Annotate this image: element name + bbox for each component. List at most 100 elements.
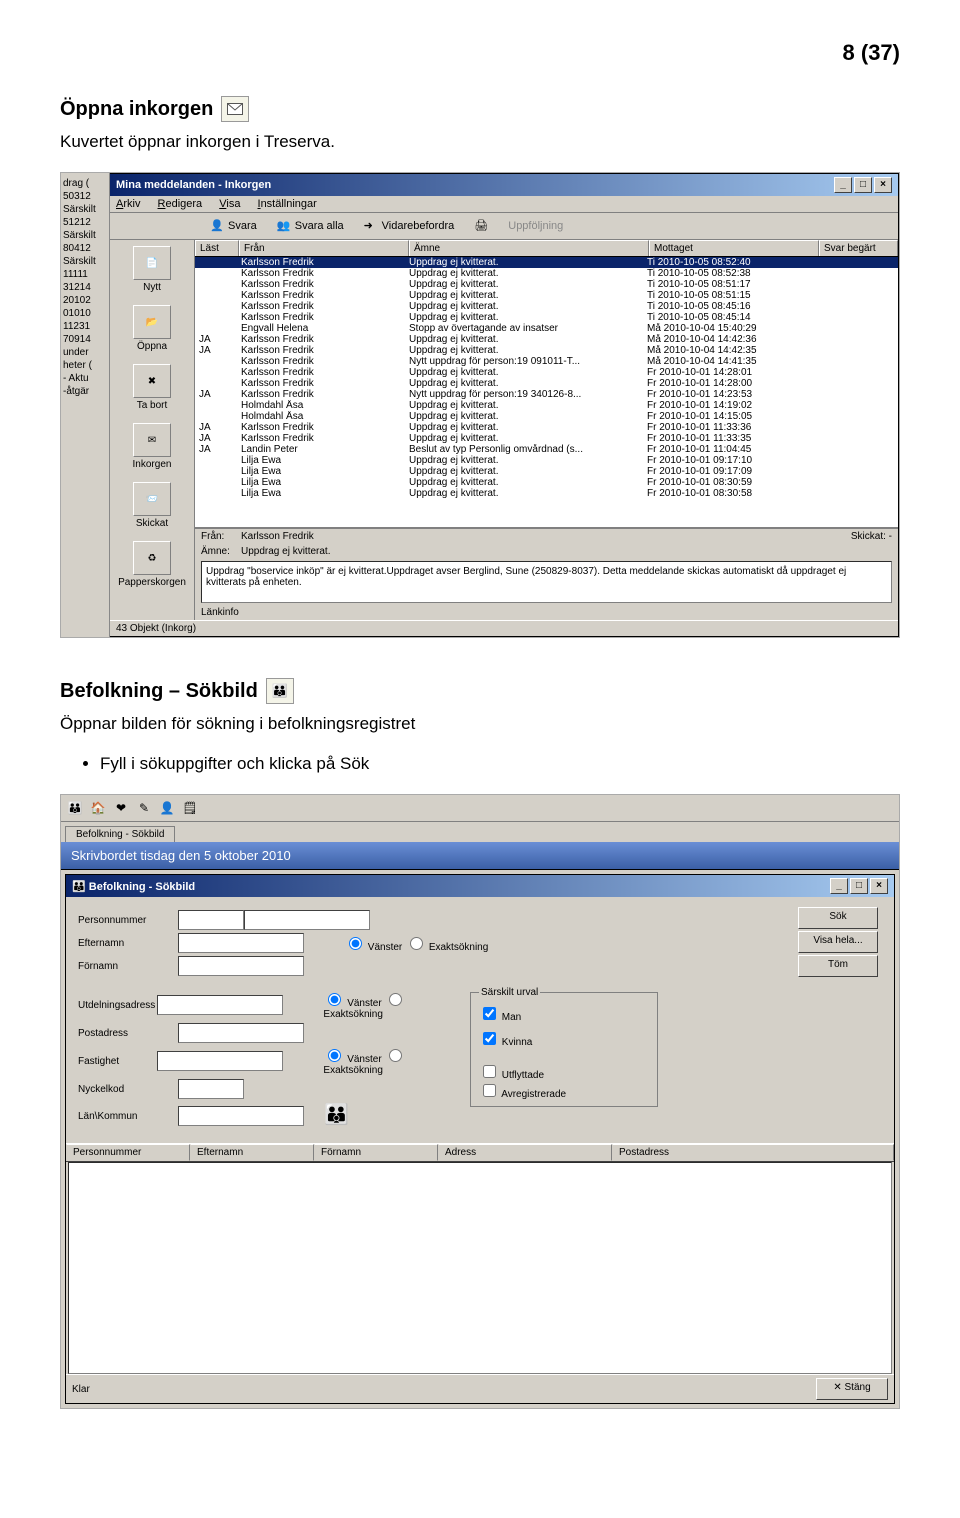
screenshot-sokbild: 👪🏠❤✎👤🗒 Befolkning - Sökbild Skrivbordet … [60, 794, 900, 1409]
folder-icon: 📄 [133, 246, 171, 280]
message-row[interactable]: Karlsson FredrikUppdrag ej kvitterat.Ti … [195, 301, 898, 312]
fornamn-field[interactable] [178, 956, 304, 976]
radio-vanster[interactable] [349, 937, 362, 950]
message-row[interactable]: JAKarlsson FredrikUppdrag ej kvitterat.F… [195, 422, 898, 433]
message-row[interactable]: Lilja EwaUppdrag ej kvitterat.Fr 2010-10… [195, 488, 898, 499]
sidebar-item-papperskorgen[interactable]: ♻ Papperskorgen [112, 541, 192, 588]
section2-bullets: Fyll i sökuppgifter och klicka på Sök [60, 754, 900, 774]
check-avreg[interactable] [483, 1084, 496, 1097]
postadress-field[interactable] [178, 1023, 304, 1043]
menu-redigera: Redigera [158, 198, 203, 210]
personnummer-field-2[interactable] [244, 910, 370, 930]
check-man[interactable] [483, 1007, 496, 1020]
result-col[interactable]: Adress [438, 1144, 612, 1161]
message-row[interactable]: Karlsson FredrikNytt uppdrag för person:… [195, 356, 898, 367]
tab-sokbild: Befolkning - Sökbild [65, 826, 175, 842]
message-row[interactable]: JAKarlsson FredrikUppdrag ej kvitterat.M… [195, 334, 898, 345]
fastighet-field[interactable] [157, 1051, 283, 1071]
sidebar-item-ta bort[interactable]: ✖Ta bort [112, 364, 192, 411]
result-col[interactable]: Personnummer [66, 1144, 190, 1161]
message-row[interactable]: JAKarlsson FredrikUppdrag ej kvitterat.F… [195, 433, 898, 444]
search-form: Sök Visa hela... Töm Personnummer Eftern… [66, 897, 894, 1143]
message-row[interactable]: Lilja EwaUppdrag ej kvitterat.Fr 2010-10… [195, 477, 898, 488]
tab-bar[interactable]: Befolkning - Sökbild [61, 822, 899, 842]
folder-sidebar[interactable]: 📄Nytt 📂Öppna ✖Ta bort ✉Inkorgen 📨 Skickat ♻ Pap… [110, 240, 195, 620]
message-row[interactable]: JAKarlsson FredrikUppdrag ej kvitterat.M… [195, 345, 898, 356]
maximize-icon: □ [854, 177, 872, 193]
folder-icon: 📨 [133, 482, 171, 516]
section1-heading: Öppna inkorgen [60, 96, 900, 122]
message-row[interactable]: JAKarlsson FredrikNytt uppdrag för perso… [195, 389, 898, 400]
desktop-banner: Skrivbordet tisdag den 5 oktober 2010 [61, 842, 899, 870]
personnummer-field[interactable] [178, 910, 244, 930]
sidebar-item-inkorgen[interactable]: ✉Inkorgen [112, 423, 192, 470]
message-row[interactable]: Karlsson FredrikUppdrag ej kvitterat.Ti … [195, 268, 898, 279]
result-col[interactable]: Efternamn [190, 1144, 314, 1161]
efternamn-field[interactable] [178, 933, 304, 953]
svara-alla-button[interactable]: 👥Svara alla [270, 216, 351, 236]
forward-icon: ➜ [364, 219, 378, 233]
check-utflyttade[interactable] [483, 1065, 496, 1078]
user-icon: 👤 [157, 798, 177, 818]
section2-heading: Befolkning – Sökbild 👪 [60, 678, 900, 704]
folder-icon: ♻ [133, 541, 171, 575]
folder-icon: 📂 [133, 305, 171, 339]
sidebar-item-nytt[interactable]: 📄Nytt [112, 246, 192, 293]
radio-exakt[interactable] [410, 937, 423, 950]
message-row[interactable]: Lilja EwaUppdrag ej kvitterat.Fr 2010-10… [195, 466, 898, 477]
lankommun-field[interactable] [178, 1106, 304, 1126]
message-row[interactable]: Lilja EwaUppdrag ej kvitterat.Fr 2010-10… [195, 455, 898, 466]
reply-icon: 👤 [210, 219, 224, 233]
preview-body: Uppdrag "boservice inköp" är ej kvittera… [201, 561, 892, 603]
sidebar-item-label: Ta bort [112, 400, 192, 411]
message-row[interactable]: Karlsson FredrikUppdrag ej kvitterat.Ti … [195, 257, 898, 268]
print-button[interactable]: 🖨 [467, 216, 495, 236]
linkinfo[interactable]: Länkinfo [195, 605, 898, 620]
result-col[interactable]: Förnamn [314, 1144, 438, 1161]
svara-button[interactable]: 👤Svara [203, 216, 264, 236]
radio-exakt-3[interactable] [389, 1049, 402, 1062]
check-kvinna[interactable] [483, 1032, 496, 1045]
message-row[interactable]: Karlsson FredrikUppdrag ej kvitterat.Ti … [195, 279, 898, 290]
message-row[interactable]: Holmdahl ÅsaUppdrag ej kvitterat.Fr 2010… [195, 400, 898, 411]
result-header[interactable]: PersonnummerEfternamnFörnamnAdressPostad… [66, 1143, 894, 1162]
message-row[interactable]: Karlsson FredrikUppdrag ej kvitterat.Fr … [195, 367, 898, 378]
utdelningsadress-field[interactable] [157, 995, 283, 1015]
message-row[interactable]: JALandin PeterBeslut av typ Personlig om… [195, 444, 898, 455]
tom-button[interactable]: Töm [798, 955, 878, 977]
stang-button[interactable]: ✕ Stäng [816, 1378, 888, 1400]
label-for: Förnamn [78, 961, 178, 972]
message-row[interactable]: Holmdahl ÅsaUppdrag ej kvitterat.Fr 2010… [195, 411, 898, 422]
vidarebefordra-button[interactable]: ➜Vidarebefordra [357, 216, 462, 236]
radio-vanster-2[interactable] [328, 993, 341, 1006]
window-controls[interactable]: _□× [832, 177, 892, 193]
sok-button[interactable]: Sök [798, 907, 878, 929]
result-list[interactable] [68, 1162, 892, 1374]
message-row[interactable]: Engvall HelenaStopp av övertagande av in… [195, 323, 898, 334]
minimize-icon: _ [830, 878, 848, 894]
visa-hela-button[interactable]: Visa hela... [798, 931, 878, 953]
message-row[interactable]: Karlsson FredrikUppdrag ej kvitterat.Ti … [195, 312, 898, 323]
sidebar-item-label: Skickat [112, 518, 192, 529]
sarskilt-urval-group: Särskilt urval Man Kvinna Utflyttade Avr… [470, 987, 658, 1107]
result-col[interactable]: Postadress [612, 1144, 894, 1161]
window-titlebar: Mina meddelanden - Inkorgen _□× [110, 174, 898, 196]
section1-text: Kuvertet öppnar inkorgen i Treserva. [60, 132, 900, 152]
radio-exakt-2[interactable] [389, 993, 402, 1006]
message-row[interactable]: Karlsson FredrikUppdrag ej kvitterat.Fr … [195, 378, 898, 389]
sidebar-item-öppna[interactable]: 📂Öppna [112, 305, 192, 352]
label-eft: Efternamn [78, 938, 178, 949]
sidebar-item-label: Papperskorgen [112, 577, 192, 588]
label-fast: Fastighet [78, 1056, 157, 1067]
window-controls[interactable]: _□× [828, 878, 888, 894]
list-header[interactable]: Läst Från Ämne Mottaget Svar begärt [195, 240, 898, 257]
message-list[interactable]: Karlsson FredrikUppdrag ej kvitterat.Ti … [195, 257, 898, 527]
sidebar-item-skickat[interactable]: 📨 Skickat [112, 482, 192, 529]
people-icon: 👪 [72, 881, 86, 893]
nyckelkod-field[interactable] [178, 1079, 244, 1099]
print-icon: 🖨 [474, 219, 488, 233]
radio-vanster-3[interactable] [328, 1049, 341, 1062]
app-toolbar[interactable]: 👪🏠❤✎👤🗒 [61, 795, 899, 822]
menubar[interactable]: Arkiv Redigera Visa Inställningar [110, 196, 898, 213]
message-row[interactable]: Karlsson FredrikUppdrag ej kvitterat.Ti … [195, 290, 898, 301]
